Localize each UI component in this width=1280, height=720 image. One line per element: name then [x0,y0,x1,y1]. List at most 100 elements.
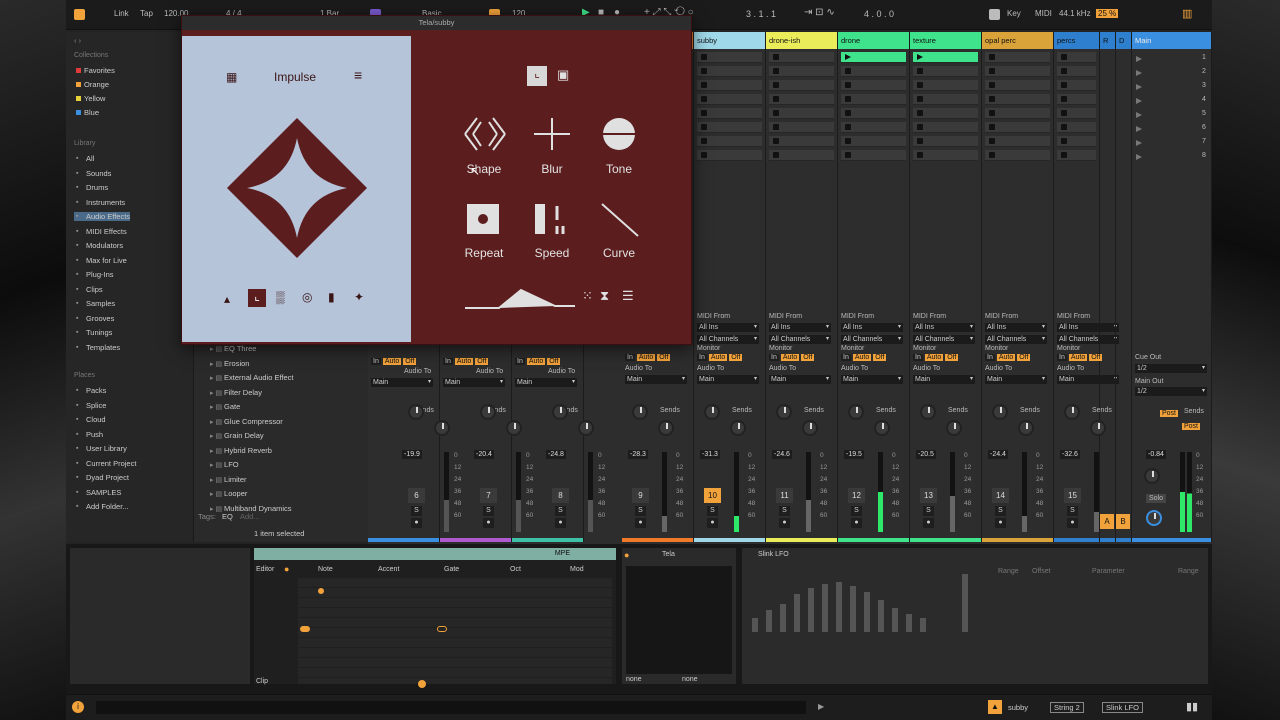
send-a-knob[interactable] [552,404,568,420]
stop-button-icon[interactable] [1061,124,1067,130]
clip-slot[interactable] [769,136,834,147]
dither-icon[interactable]: ▒ [276,290,285,304]
send-a-knob[interactable] [848,404,864,420]
monitor-in-button[interactable]: In [985,354,995,361]
grid-icon[interactable]: ▦ [226,70,237,84]
loop-icons[interactable]: ⇥ ⊡ ∿ [804,7,835,18]
track-activator[interactable]: 11 [776,488,793,503]
post-button-1[interactable]: Post [1160,410,1179,417]
send-b-knob[interactable] [730,420,746,436]
send-a-knob[interactable] [1064,404,1080,420]
blur-control-icon[interactable] [532,116,572,152]
scene-launch-icon[interactable] [1136,98,1142,104]
monitor-in-button[interactable]: In [697,354,707,361]
stop-button-icon[interactable] [1061,138,1067,144]
monitor-off-button[interactable]: Off [873,354,887,361]
monitor-buttons[interactable]: In Auto Off [1057,354,1104,361]
track-activator[interactable]: 8 [552,488,569,503]
speed-control-icon[interactable] [535,202,569,236]
solo-button[interactable]: S [555,506,566,516]
settings-view-icon[interactable]: ▣ [557,67,569,83]
stop-button-icon[interactable] [845,110,851,116]
mpe-column-header[interactable]: Note [318,566,333,573]
clip-slot[interactable] [985,66,1050,77]
library-item[interactable]: Instruments [74,198,125,207]
track-volume[interactable]: -24.8 [546,450,566,459]
stop-button-icon[interactable] [917,124,923,130]
scene-number[interactable]: 1 [1202,54,1206,61]
post-button-2[interactable]: Post [1182,423,1201,430]
solo-button[interactable]: S [707,506,718,516]
monitor-auto-button[interactable]: Auto [382,358,402,365]
places-item[interactable]: Current Project [74,459,136,468]
stop-button-icon[interactable] [773,124,779,130]
monitor-buttons[interactable]: In Auto Off [985,354,1032,361]
clip-slot[interactable] [841,66,906,77]
hourglass-icon[interactable]: ⧗ [600,288,609,304]
monitor-in-button[interactable]: In [769,354,779,361]
send-b-knob[interactable] [1018,420,1034,436]
return-r-header[interactable]: R [1100,32,1115,49]
return-track-d[interactable]: D B [1116,32,1132,542]
clip-slot[interactable] [1057,122,1096,133]
file-item[interactable]: EQ Three [210,344,256,353]
library-item[interactable]: Drums [74,183,108,192]
send-b-knob[interactable] [578,420,594,436]
scene-number[interactable]: 2 [1202,68,1206,75]
stop-button-icon[interactable] [1061,82,1067,88]
scene-number[interactable]: 5 [1202,110,1206,117]
file-item[interactable]: Limiter [210,475,247,484]
audio-to-select[interactable]: Main [769,375,831,384]
arm-button[interactable]: ● [483,518,494,528]
stop-button-icon[interactable] [1061,68,1067,74]
stop-button-icon[interactable] [845,68,851,74]
sliders-icon[interactable]: ☰ [622,288,634,304]
audio-to-select[interactable]: Main [443,378,505,387]
arm-button[interactable]: ● [779,518,790,528]
audio-to-select[interactable]: Main [985,375,1047,384]
monitor-buttons[interactable]: In Auto Off [913,354,960,361]
library-item[interactable]: Tunings [74,328,112,337]
track-volume[interactable]: -20.4 [474,450,494,459]
stop-button-icon[interactable] [845,96,851,102]
editor-play-icon[interactable]: ● [284,564,289,574]
clip-slot[interactable] [841,94,906,105]
monitor-auto-button[interactable]: Auto [708,354,728,361]
scene-number[interactable]: 6 [1202,124,1206,131]
stop-button-icon[interactable] [989,82,995,88]
status-device-2[interactable]: Slink LFO [1102,702,1143,713]
stop-button-icon[interactable] [1061,54,1067,60]
clip-slot[interactable] [769,80,834,91]
clip-slot[interactable] [1057,150,1096,161]
monitor-auto-button[interactable]: Auto [924,354,944,361]
stop-button-icon[interactable] [701,152,707,158]
stop-button-icon[interactable] [701,124,707,130]
clip-slot[interactable] [769,66,834,77]
status-device-1[interactable]: String 2 [1050,702,1084,713]
file-item[interactable]: Grain Delay [210,431,264,440]
loop-length[interactable]: 4 . 0 . 0 [864,9,894,19]
sparkle-icon[interactable]: ✦ [354,290,364,304]
clip-slot[interactable] [841,136,906,147]
send-a-knob[interactable] [408,404,424,420]
curve-control-icon[interactable] [600,202,640,238]
stop-button-icon[interactable] [989,96,995,102]
stop-button-icon[interactable] [917,82,923,88]
track-activator[interactable]: 13 [920,488,937,503]
clip-play-icon[interactable] [845,54,851,60]
track-header[interactable]: drone-ish [766,32,837,49]
stop-button-icon[interactable] [989,138,995,144]
clip-slot[interactable] [985,94,1050,105]
channel-select[interactable]: All Channels [841,335,903,344]
scene-launch-icon[interactable] [1136,56,1142,62]
arm-button[interactable]: ● [411,518,422,528]
clip-slot[interactable] [913,66,978,77]
monitor-auto-button[interactable]: Auto [996,354,1016,361]
midi-from-select[interactable]: All Ins [769,323,831,332]
clip-slot[interactable] [697,66,762,77]
note-dot[interactable] [318,588,324,594]
monitor-in-button[interactable]: In [371,358,381,365]
clip-slot[interactable] [1057,136,1096,147]
clip-slot[interactable] [985,150,1050,161]
mpe-grid[interactable] [298,578,612,684]
